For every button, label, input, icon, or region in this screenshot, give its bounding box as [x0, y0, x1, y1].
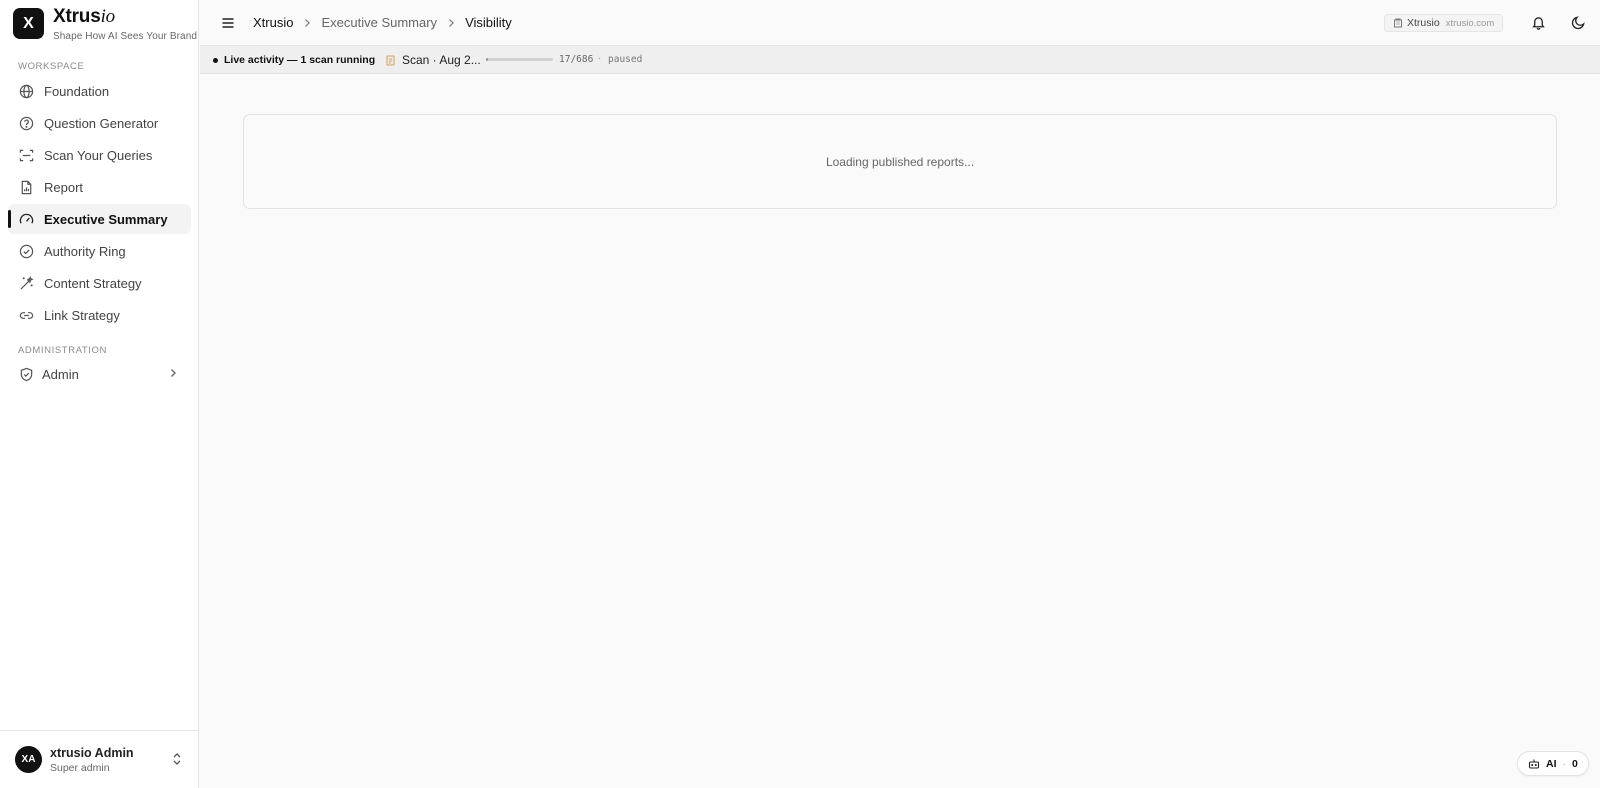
- brand-name: Xtrus io: [53, 6, 115, 27]
- scan-count: 17/686: [559, 54, 594, 65]
- sidebar-item-label: Report: [44, 179, 84, 195]
- document-icon: [386, 55, 395, 66]
- check-circle-icon: [18, 243, 34, 259]
- building-icon: [1393, 18, 1403, 28]
- chevron-right-icon: [167, 367, 179, 382]
- avatar: XA: [15, 746, 42, 773]
- breadcrumb-item-visibility: Visibility: [465, 15, 512, 30]
- scan-progress-fill: [486, 58, 488, 61]
- scan-job[interactable]: Scan · Aug 2...: [386, 53, 481, 67]
- sidebar-item-admin[interactable]: Admin: [8, 359, 191, 389]
- chevrons-up-down-icon[interactable]: [171, 752, 183, 771]
- site-domain: xtrusio.com: [1445, 17, 1495, 29]
- scan-label: Scan · Aug 2...: [402, 53, 481, 67]
- separator: ·: [1562, 757, 1567, 770]
- reports-card: Loading published reports...: [243, 114, 1557, 209]
- globe-icon: [18, 83, 34, 99]
- brand-logo: X: [13, 8, 44, 39]
- site-name: Xtrusio: [1407, 17, 1440, 29]
- user-role: Super admin: [50, 761, 110, 774]
- sidebar-item-label: Content Strategy: [44, 275, 142, 291]
- workspace-section-label: WORKSPACE: [18, 61, 85, 72]
- breadcrumb: Xtrusio Executive Summary Visibility: [253, 15, 512, 30]
- sidebar-item-authority-ring[interactable]: Authority Ring: [8, 236, 191, 266]
- brand-tagline: Shape How AI Sees Your Brand: [53, 31, 198, 42]
- administration-section-label: ADMINISTRATION: [18, 345, 107, 356]
- scan-status: paused: [608, 54, 643, 65]
- ai-assistant-button[interactable]: AI · 0: [1517, 751, 1589, 776]
- sidebar-item-report[interactable]: Report: [8, 172, 191, 202]
- sidebar-item-content-strategy[interactable]: Content Strategy: [8, 268, 191, 298]
- ai-label: AI: [1546, 757, 1557, 770]
- bell-icon[interactable]: [1531, 15, 1546, 35]
- sidebar-item-scan-your-queries[interactable]: Scan Your Queries: [8, 140, 191, 170]
- link-icon: [18, 307, 34, 323]
- loading-text: Loading published reports...: [825, 154, 975, 169]
- user-menu[interactable]: XA xtrusio Admin Super admin: [0, 730, 199, 788]
- activity-bar: Live activity — 1 scan running Scan · Au…: [200, 46, 1600, 74]
- sidebar-item-label: Authority Ring: [44, 243, 126, 259]
- sidebar-item-label: Admin: [42, 366, 79, 382]
- sidebar-item-label: Link Strategy: [44, 307, 120, 323]
- live-activity: Live activity — 1 scan running: [213, 54, 375, 66]
- sidebar-item-label: Executive Summary: [44, 211, 168, 227]
- file-chart-icon: [18, 179, 34, 195]
- sidebar-item-link-strategy[interactable]: Link Strategy: [8, 300, 191, 330]
- sidebar-item-executive-summary[interactable]: Executive Summary: [8, 204, 191, 234]
- site-selector[interactable]: Xtrusio xtrusio.com: [1384, 14, 1504, 32]
- scan-icon: [18, 147, 34, 163]
- sidebar-item-label: Foundation: [44, 83, 110, 99]
- live-activity-text: Live activity — 1 scan running: [224, 54, 376, 66]
- sidebar-item-question-generator[interactable]: Question Generator: [8, 108, 191, 138]
- chevron-right-icon: [302, 18, 312, 28]
- sidebar-item-label: Question Generator: [44, 115, 159, 131]
- moon-icon[interactable]: [1571, 15, 1586, 35]
- breadcrumb-item-executive-summary[interactable]: Executive Summary: [321, 15, 437, 30]
- user-name: xtrusio Admin: [50, 745, 134, 760]
- question-circle-icon: [18, 115, 34, 131]
- scan-progress-bar: [486, 58, 553, 61]
- magic-wand-icon: [18, 275, 34, 291]
- shield-check-icon: [18, 366, 34, 382]
- top-bar: Xtrusio Executive Summary Visibility Xtr…: [200, 0, 1600, 46]
- gauge-icon: [18, 211, 34, 227]
- sidebar: X Xtrus io Shape How AI Sees Your Brand W…: [0, 0, 199, 788]
- live-dot: [213, 57, 218, 63]
- sidebar-item-foundation[interactable]: Foundation: [8, 76, 191, 106]
- brand[interactable]: X Xtrus io Shape How AI Sees Your Brand: [13, 6, 198, 42]
- robot-icon: [1528, 758, 1540, 770]
- sidebar-item-label: Scan Your Queries: [44, 147, 153, 163]
- breadcrumb-item-xtrusio[interactable]: Xtrusio: [253, 15, 293, 30]
- menu-icon[interactable]: [220, 15, 236, 36]
- chevron-right-icon: [446, 18, 456, 28]
- separator: ·: [598, 53, 602, 64]
- ai-count: 0: [1572, 757, 1578, 770]
